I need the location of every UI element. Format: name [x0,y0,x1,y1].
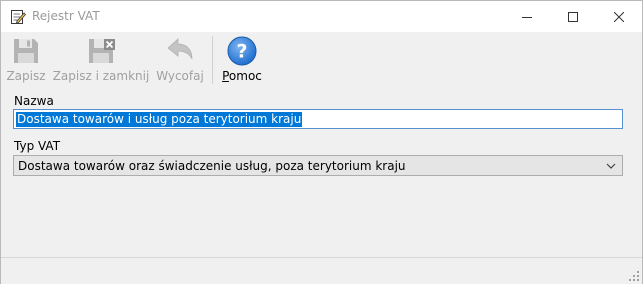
close-icon [614,11,624,22]
svg-text:?: ? [236,41,247,63]
name-input[interactable]: Dostawa towarów i usług poza terytorium … [13,109,623,129]
save-button-label: Zapisz [6,69,46,83]
toolbar: Zapisz Zapisz i zamknij Wycofaj ? Pomoc [1,32,642,89]
help-accelerator: P [222,69,229,83]
minimize-button[interactable] [504,1,550,32]
undo-arrow-icon [167,38,193,60]
save-and-close-button[interactable]: Zapisz i zamknij [53,32,149,89]
edit-document-icon [10,9,27,25]
minimize-icon [522,16,532,18]
toolbar-separator [212,36,213,84]
help-button-label: Pomoc [222,69,262,83]
chevron-down-icon [606,163,616,169]
dialog-window: Rejestr VAT Zapisz Zapisz i zamknij Wyco… [0,0,643,284]
help-question-icon: ? [227,36,257,66]
maximize-icon [568,11,578,22]
title-bar[interactable]: Rejestr VAT [1,1,642,32]
help-button[interactable]: ? Pomoc [218,32,266,89]
save-and-close-button-label: Zapisz i zamknij [52,69,150,83]
vat-type-label: Typ VAT [14,139,61,153]
vat-type-value: Dostawa towarów oraz świadczenie usług, … [18,159,406,173]
vat-type-select[interactable]: Dostawa towarów oraz świadczenie usług, … [13,155,623,176]
name-label: Nazwa [14,94,54,108]
close-button[interactable] [596,1,642,32]
floppy-disk-icon [14,39,38,63]
name-input-value: Dostawa towarów i usług poza terytorium … [16,112,303,127]
window-title: Rejestr VAT [32,9,100,23]
resize-grip-icon[interactable] [628,270,640,282]
save-button[interactable]: Zapisz [1,32,51,89]
maximize-button[interactable] [550,1,596,32]
undo-button-label: Wycofaj [156,69,204,83]
status-bar [1,257,642,284]
floppy-disk-close-icon [89,39,115,63]
undo-button[interactable]: Wycofaj [153,32,207,89]
